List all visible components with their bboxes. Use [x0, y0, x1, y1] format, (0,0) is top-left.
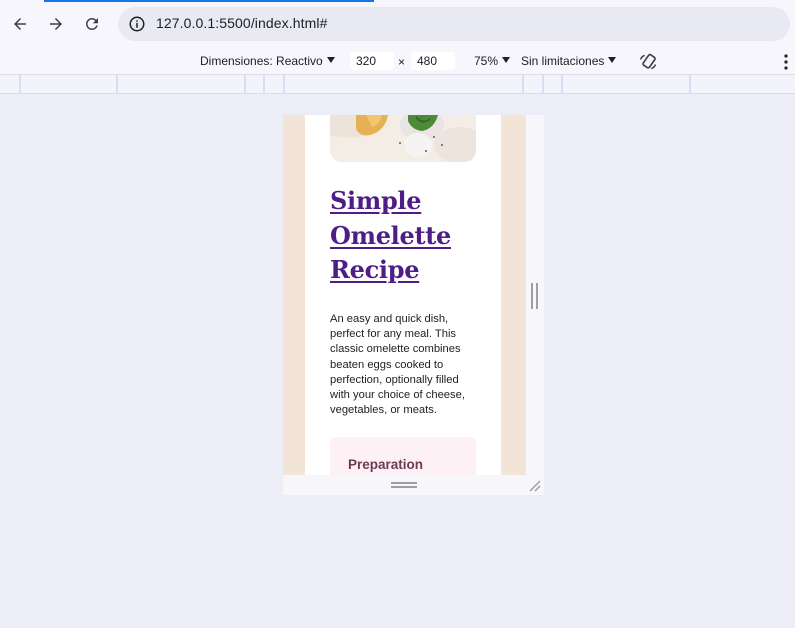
url-text[interactable]: 127.0.0.1:5500/index.html# [156, 15, 328, 31]
chevron-down-icon [326, 57, 335, 63]
media-query-ruler[interactable] [0, 75, 795, 94]
active-tab-indicator [44, 0, 374, 2]
info-icon[interactable] [128, 15, 146, 33]
dimensions-dropdown[interactable]: Dimensiones: Reactivo [200, 54, 335, 68]
ruler-tick [522, 75, 524, 94]
ruler-tick [263, 75, 265, 94]
zoom-label: 75% [474, 54, 499, 68]
ruler-tick [283, 75, 285, 94]
device-toolbar: Dimensiones: Reactivo 320 × 480 75% Sin … [0, 47, 795, 75]
ruler-tick [244, 75, 246, 94]
emulated-viewport: Simple Omelette Recipe An easy and quick… [283, 115, 526, 475]
resize-corner-icon[interactable] [528, 480, 541, 492]
address-bar[interactable]: 127.0.0.1:5500/index.html# [118, 7, 790, 41]
arrow-left-icon [14, 18, 26, 30]
title-line: Simple [330, 186, 422, 215]
arrow-right-icon [50, 18, 62, 30]
page-title[interactable]: Simple Omelette Recipe [330, 184, 490, 288]
throttling-dropdown[interactable]: Sin limitaciones [521, 54, 617, 68]
ruler-tick [561, 75, 563, 94]
zoom-dropdown[interactable]: 75% [474, 54, 511, 68]
times-symbol: × [398, 55, 406, 69]
forward-button[interactable] [44, 12, 68, 36]
resize-handle-right[interactable] [531, 283, 538, 309]
title-line: Recipe [330, 255, 420, 284]
reload-icon [85, 17, 98, 30]
rotate-icon[interactable] [638, 52, 658, 72]
back-button[interactable] [8, 12, 32, 36]
recipe-description: An easy and quick dish, perfect for any … [330, 313, 465, 417]
reload-button[interactable] [80, 12, 104, 36]
width-input[interactable]: 320 [350, 52, 394, 70]
chevron-down-icon [502, 57, 511, 63]
preparation-heading: Preparation [348, 457, 424, 472]
ruler-tick [116, 75, 118, 94]
height-input[interactable]: 480 [411, 52, 455, 70]
dimensions-label: Dimensiones: Reactivo [200, 54, 323, 68]
ruler-tick [542, 75, 544, 94]
title-line: Omelette [330, 220, 451, 250]
ruler-tick [689, 75, 691, 94]
chevron-down-icon [608, 57, 617, 63]
resize-handle-bottom[interactable] [391, 482, 417, 488]
browser-toolbar: 127.0.0.1:5500/index.html# [0, 0, 795, 47]
kebab-menu-icon[interactable] [783, 54, 789, 70]
throttling-label: Sin limitaciones [521, 54, 605, 68]
omelette-image [330, 115, 476, 162]
recipe-card: Simple Omelette Recipe An easy and quick… [305, 115, 501, 475]
ruler-tick [19, 75, 21, 94]
preparation-section: Preparation [330, 437, 476, 475]
